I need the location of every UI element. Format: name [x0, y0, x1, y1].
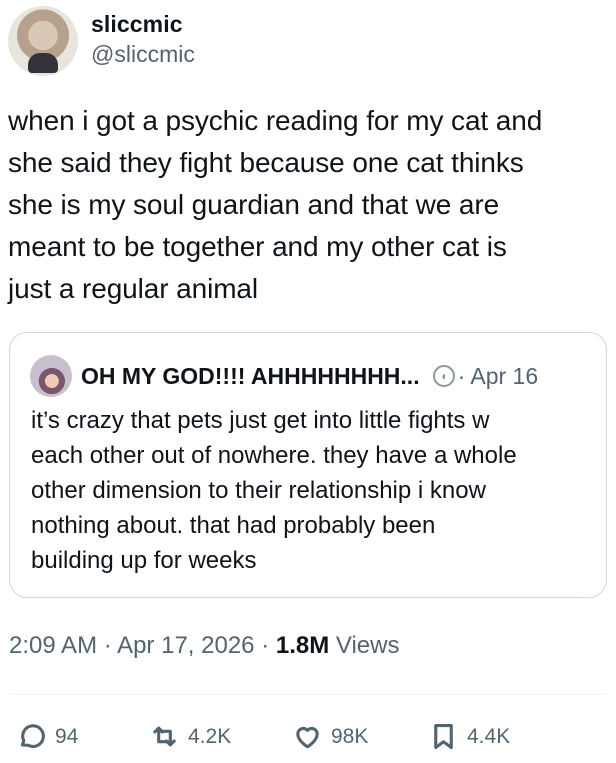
quoted-tweet-text: it’s crazy that pets just get into littl…	[31, 407, 517, 574]
tweet-date[interactable]: Apr 17, 2026	[117, 632, 254, 659]
repost-button[interactable]: 4.2K	[149, 721, 231, 752]
timestamp-separator: ·	[103, 632, 112, 659]
tweet-header: sliccmic @sliccmic	[8, 6, 195, 76]
quoted-tweet-date[interactable]: · Apr 16	[458, 363, 539, 390]
quoted-author-name[interactable]: OH MY GOD!!!! AHHHHHHHH...	[81, 363, 420, 390]
bookmark-count: 4.4K	[467, 724, 511, 748]
repost-count: 4.2K	[188, 724, 232, 748]
divider	[9, 694, 607, 695]
like-icon	[296, 726, 319, 749]
tweet-actions: 94 4.2K 98K 4.4K	[16, 721, 606, 755]
reply-icon	[20, 724, 45, 748]
quoted-tweet-meta: ◖ · Apr 16	[432, 363, 539, 390]
author-handle[interactable]: @sliccmic	[91, 39, 195, 69]
bookmark-button[interactable]: 4.4K	[428, 721, 510, 752]
reply-button[interactable]: 94	[16, 721, 78, 752]
tweet-time[interactable]: 2:09 AM	[9, 632, 97, 659]
reply-count: 94	[55, 724, 79, 748]
like-count: 98K	[331, 724, 369, 748]
bookmark-icon	[434, 723, 453, 750]
repost-icon	[153, 726, 176, 747]
quoted-author-avatar[interactable]	[30, 355, 72, 397]
author-names: sliccmic @sliccmic	[91, 9, 195, 69]
quoted-tweet-header: OH MY GOD!!!! AHHHHHHHH... ◖ · Apr 16	[30, 355, 538, 397]
author-display-name[interactable]: sliccmic	[91, 9, 195, 39]
tweet-timestamp: 2:09 AM · Apr 17, 2026 · 1.8M Views	[9, 632, 399, 660]
verified-badge-icon: ◖	[432, 365, 455, 387]
quoted-tweet[interactable]: OH MY GOD!!!! AHHHHHHHH... ◖ · Apr 16 it…	[9, 332, 607, 598]
author-avatar[interactable]	[8, 6, 78, 76]
views-label: Views	[335, 632, 400, 659]
tweet-text: when i got a psychic reading for my cat …	[8, 105, 543, 304]
like-button[interactable]: 98K	[292, 721, 368, 752]
timestamp-separator: ·	[261, 632, 270, 659]
views-count: 1.8M	[275, 632, 330, 659]
